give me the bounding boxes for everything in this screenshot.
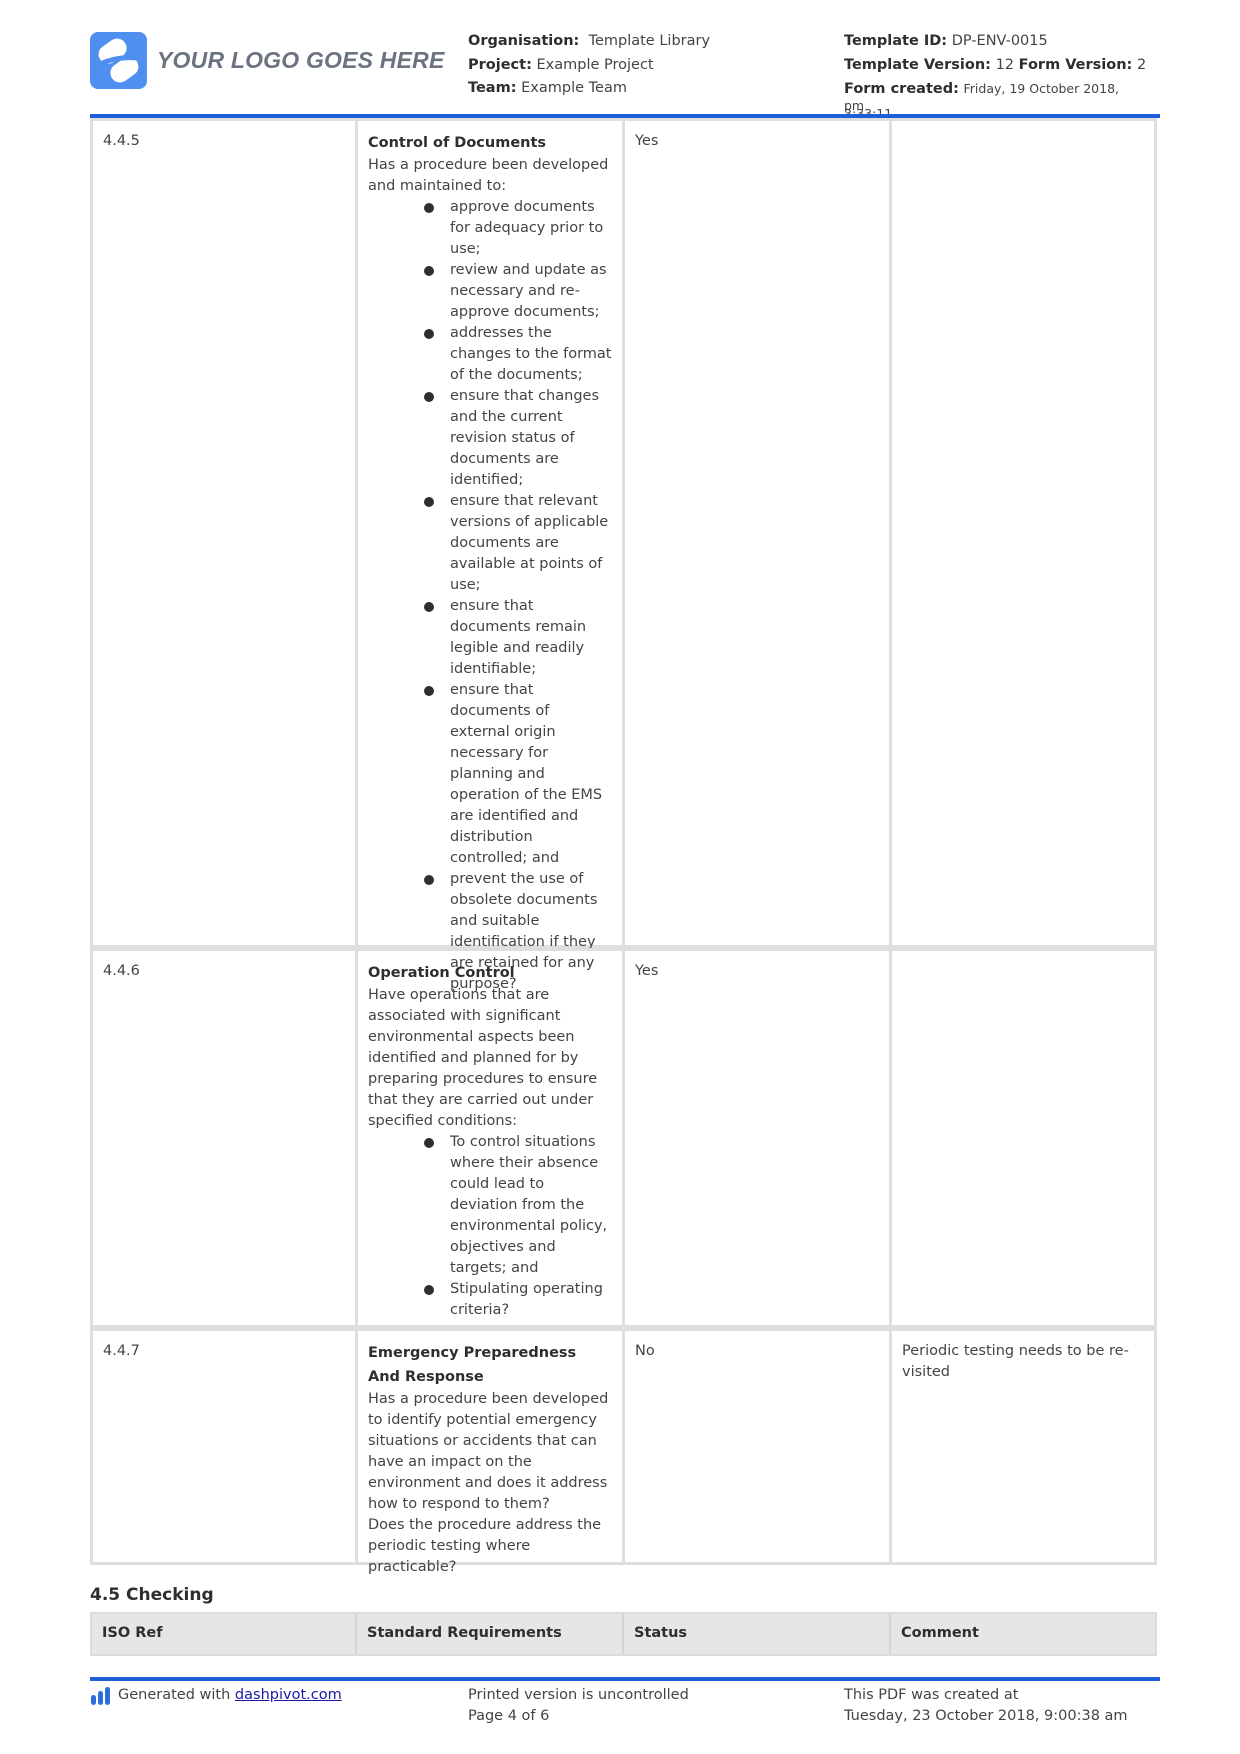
bullet-item: review and update as necessary and re-ap… bbox=[424, 260, 612, 323]
dashpivot-link[interactable]: dashpivot.com bbox=[235, 1685, 342, 1706]
requirement-cell: Emergency Preparedness And Response Has … bbox=[355, 1328, 622, 1575]
status-cell: Yes bbox=[622, 948, 889, 1328]
project-value: Example Project bbox=[536, 56, 654, 73]
generated-prefix: Generated with bbox=[118, 1687, 231, 1703]
logo-icon bbox=[90, 32, 147, 89]
form-created-suffix: pm bbox=[844, 98, 865, 113]
column-header-standard-requirements: Standard Requirements bbox=[357, 1614, 624, 1654]
footer-divider bbox=[90, 1677, 1160, 1681]
bullet-icon bbox=[424, 266, 434, 276]
organisation-value: Template Library bbox=[588, 33, 711, 49]
requirement-text-followup: Does the procedure address the periodic … bbox=[368, 1517, 602, 1575]
bullet-icon bbox=[424, 686, 434, 696]
column-header-comment: Comment bbox=[901, 1625, 979, 1641]
team-line: Team: Example Team bbox=[468, 80, 627, 96]
bullet-item: Stipulating operating criteria? bbox=[424, 1279, 612, 1321]
section-title: 4.5 Checking bbox=[90, 1585, 214, 1605]
page-header: YOUR LOGO GOES HERE Organisation: Templa… bbox=[90, 30, 1160, 121]
bullet-item: addresses the changes to the format of t… bbox=[424, 323, 612, 386]
bullet-icon bbox=[424, 1138, 434, 1148]
pdf-created-info: This PDF was created at Tuesday, 23 Octo… bbox=[844, 1685, 1128, 1727]
template-version-value: 12 bbox=[995, 56, 1015, 73]
bullet-item: approve documents for adequacy prior to … bbox=[424, 197, 612, 260]
version-line: Template Version: 12 Form Version: 2 bbox=[844, 56, 1147, 73]
bullet-icon bbox=[424, 203, 434, 213]
bullet-icon bbox=[424, 1285, 434, 1295]
table-row: 4.4.6 Operation Control Have operations … bbox=[90, 948, 1157, 1328]
uncontrolled-notice: Printed version is uncontrolled bbox=[468, 1687, 689, 1703]
page-number: Page 4 of 6 bbox=[468, 1708, 550, 1724]
requirement-title: Emergency Preparedness And Response bbox=[368, 1345, 577, 1385]
bullet-item: ensure that relevant versions of applica… bbox=[424, 491, 612, 596]
bullet-item: ensure that documents remain legible and… bbox=[424, 596, 612, 680]
table-header-row: ISO Ref Standard Requirements Status Com… bbox=[90, 1612, 1157, 1656]
template-id-line: Template ID: DP-ENV-0015 bbox=[844, 33, 1048, 49]
template-meta: Template ID: DP-ENV-0015 Template Versio… bbox=[844, 30, 1154, 126]
organisation-line: Organisation: Template Library bbox=[468, 33, 711, 49]
project-meta: Organisation: Template Library Project: … bbox=[468, 30, 710, 101]
bullet-icon bbox=[424, 392, 434, 402]
requirement-cell: Control of Documents Has a procedure bee… bbox=[355, 118, 622, 992]
requirement-bullets: To control situations where their absenc… bbox=[424, 1132, 612, 1321]
bullet-icon bbox=[424, 329, 434, 339]
pdf-created-value: Tuesday, 23 October 2018, 9:00:38 am bbox=[844, 1708, 1128, 1724]
status-value: Yes bbox=[635, 963, 659, 979]
iso-ref-cell: 4.4.5 bbox=[90, 118, 355, 948]
table-row: 4.4.5 Control of Documents Has a procedu… bbox=[90, 118, 1157, 992]
bullet-icon bbox=[424, 497, 434, 507]
print-info: Printed version is uncontrolled Page 4 o… bbox=[468, 1685, 689, 1727]
logo: YOUR LOGO GOES HERE bbox=[90, 32, 445, 89]
bullet-icon bbox=[424, 602, 434, 612]
bullet-item: To control situations where their absenc… bbox=[424, 1132, 612, 1279]
requirement-bullets: approve documents for adequacy prior to … bbox=[424, 197, 612, 995]
form-version-value: 2 bbox=[1136, 56, 1147, 73]
status-value: Yes bbox=[635, 133, 659, 149]
requirement-cell: Operation Control Have operations that a… bbox=[355, 948, 622, 1328]
generated-with: Generated with dashpivot.com bbox=[90, 1685, 342, 1706]
logo-text: YOUR LOGO GOES HERE bbox=[157, 47, 445, 73]
iso-ref-cell: 4.4.7 bbox=[90, 1328, 355, 1565]
project-line: Project: Example Project bbox=[468, 56, 654, 73]
bullet-icon bbox=[424, 875, 434, 885]
table-row: 4.4.7 Emergency Preparedness And Respons… bbox=[90, 1328, 1157, 1575]
status-cell: No bbox=[622, 1328, 889, 1565]
comment-cell: Periodic testing needs to be re-visited bbox=[889, 1328, 1157, 1565]
requirement-text: Has a procedure been developed to identi… bbox=[368, 1391, 609, 1512]
comment-cell bbox=[889, 948, 1157, 1328]
requirement-text: Has a procedure been developed and maint… bbox=[368, 157, 609, 194]
column-header-status: Status bbox=[624, 1614, 891, 1654]
iso-ref-cell: 4.4.6 bbox=[90, 948, 355, 1328]
status-value: No bbox=[635, 1343, 655, 1359]
status-cell: Yes bbox=[622, 118, 889, 948]
column-header-iso-ref: ISO Ref bbox=[92, 1614, 357, 1654]
requirement-text: Have operations that are associated with… bbox=[368, 987, 598, 1129]
bullet-item: ensure that changes and the current revi… bbox=[424, 386, 612, 491]
pdf-created-label: This PDF was created at bbox=[844, 1687, 1019, 1703]
requirement-title: Control of Documents bbox=[368, 135, 547, 151]
template-id-value: DP-ENV-0015 bbox=[951, 33, 1048, 49]
bullet-item: ensure that documents of external origin… bbox=[424, 680, 612, 869]
requirement-title: Operation Control bbox=[368, 965, 515, 981]
team-value: Example Team bbox=[521, 80, 627, 96]
comment-value: Periodic testing needs to be re-visited bbox=[902, 1343, 1129, 1380]
dashpivot-bars-icon bbox=[91, 1687, 110, 1705]
comment-cell bbox=[889, 118, 1157, 948]
